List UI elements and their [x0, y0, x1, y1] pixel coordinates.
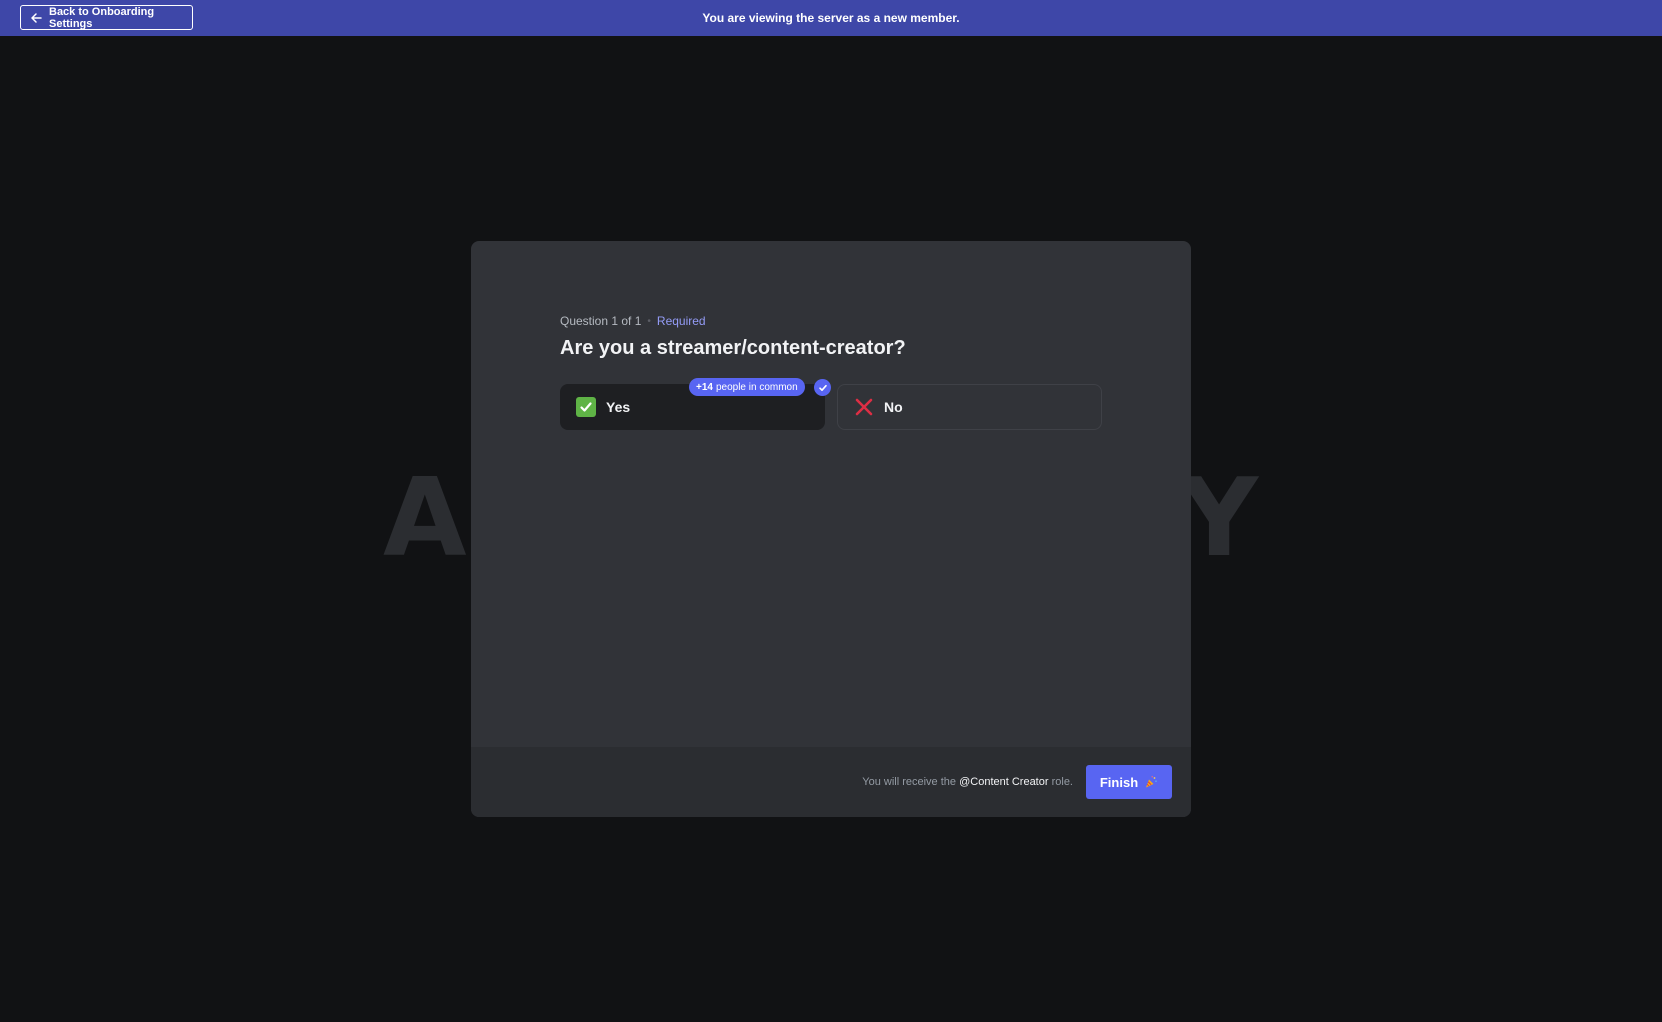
cross-mark-emoji-icon: [855, 398, 873, 416]
option-yes-label: Yes: [606, 399, 631, 415]
preview-banner-message: You are viewing the server as a new memb…: [702, 11, 960, 25]
question-counter: Question 1 of 1: [560, 314, 642, 328]
finish-button-label: Finish: [1099, 774, 1139, 790]
required-label: Required: [656, 314, 706, 328]
background-banner-text-right: Y: [1180, 456, 1261, 581]
meta-separator: •: [647, 315, 651, 327]
party-popper-icon: [1146, 776, 1157, 788]
selected-checkmark-icon: [814, 379, 831, 396]
modal-body: Question 1 of 1 • Required Are you a str…: [471, 241, 1191, 747]
people-in-common-count: +14: [696, 381, 713, 393]
check-mark-emoji-icon: [576, 397, 596, 417]
finish-button[interactable]: Finish: [1086, 765, 1172, 799]
back-button-label: Back to Onboarding Settings: [49, 5, 155, 30]
role-mention: @Content Creator: [959, 776, 1049, 788]
option-no[interactable]: No: [837, 384, 1102, 430]
role-note-suffix: role.: [1051, 776, 1073, 788]
role-note-prefix: You will receive the: [862, 776, 957, 788]
option-no-label: No: [884, 399, 903, 415]
modal-footer: You will receive the @Content Creator ro…: [471, 747, 1191, 817]
arrow-left-icon: [31, 12, 42, 23]
people-in-common-text: people in common: [715, 381, 798, 393]
back-to-onboarding-settings-button[interactable]: Back to Onboarding Settings: [20, 5, 193, 30]
background-banner-text-left: A: [383, 456, 469, 581]
role-note: You will receive the @Content Creator ro…: [862, 776, 1073, 788]
people-in-common-badge: +14 people in common: [689, 378, 805, 396]
question-title: Are you a streamer/content-creator?: [560, 337, 906, 359]
question-meta: Question 1 of 1 • Required: [560, 314, 706, 328]
onboarding-question-modal: Question 1 of 1 • Required Are you a str…: [471, 241, 1191, 817]
preview-banner: Back to Onboarding Settings You are view…: [0, 0, 1662, 36]
